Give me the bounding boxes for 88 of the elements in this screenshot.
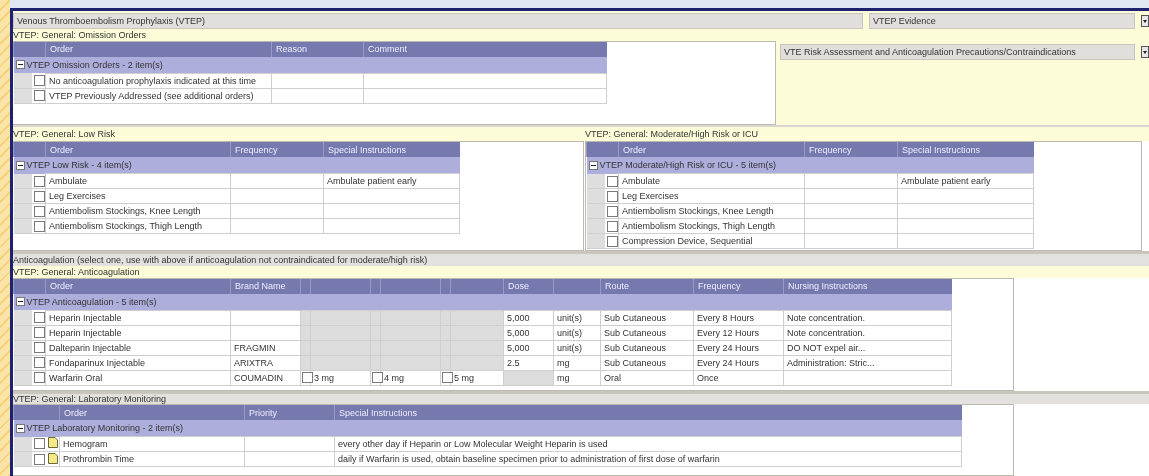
table-cell: every other day if Heparin or Low Molecular Weight Heparin is used <box>334 436 962 452</box>
group-label: VTEP Laboratory Monitoring - 2 item(s) <box>26 423 183 434</box>
table-cell <box>230 310 301 326</box>
collapse-icon[interactable] <box>15 60 25 70</box>
instruction-text: Anticoagulation (select one, use with above if anticoagulation not contraindicated for moderate/high risk) <box>13 255 428 266</box>
checkbox[interactable] <box>33 90 45 102</box>
checkbox[interactable] <box>606 220 618 232</box>
column-header[interactable]: Special Instructions <box>897 142 1034 158</box>
dropdown-icon[interactable] <box>1141 45 1149 58</box>
checkbox[interactable] <box>33 372 45 384</box>
checkbox[interactable] <box>33 453 45 465</box>
table-cell: 5,000 <box>503 310 554 326</box>
table-cell: unit(s) <box>553 310 601 326</box>
checkbox[interactable] <box>33 220 45 232</box>
column-header[interactable]: Special Instructions <box>334 405 962 421</box>
dropdown-icon[interactable] <box>1141 15 1149 27</box>
header-bar <box>13 142 46 158</box>
table-cell <box>440 310 451 326</box>
table-cell: Note concentration. <box>783 310 952 326</box>
column-header[interactable]: Nursing Instructions <box>783 278 952 294</box>
checkbox[interactable] <box>33 342 45 354</box>
table-cell <box>370 310 381 326</box>
table-cell: No anticoagulation prophylaxis indicated at this time <box>45 73 272 89</box>
checkbox[interactable] <box>442 372 453 384</box>
collapse-icon[interactable] <box>15 160 25 170</box>
collapse-icon[interactable] <box>15 297 25 307</box>
group-label: VTEP Anticoagulation - 5 item(s) <box>26 296 157 307</box>
column-header[interactable]: Order <box>618 142 805 158</box>
column-header[interactable]: Frequency <box>230 142 324 158</box>
column-header[interactable]: Dose <box>503 278 554 294</box>
checkbox[interactable] <box>33 327 45 339</box>
checkbox[interactable] <box>606 175 618 187</box>
section-title: VTEP: General: Laboratory Monitoring <box>13 393 167 404</box>
title-field: Venous Thromboembolism Prophylaxis (VTEP) <box>13 13 863 29</box>
table-cell <box>300 325 311 341</box>
header-bar <box>13 278 46 294</box>
checkbox[interactable] <box>33 438 45 450</box>
column-header[interactable]: Frequency <box>693 278 784 294</box>
checkbox[interactable] <box>606 235 618 247</box>
table-cell <box>450 310 504 326</box>
table-cell <box>310 310 371 326</box>
table-cell: Every 8 Hours <box>693 310 784 326</box>
collapse-icon[interactable] <box>588 160 598 170</box>
column-header[interactable]: Priority <box>244 405 335 421</box>
checkbox[interactable] <box>33 190 45 202</box>
checkbox[interactable] <box>33 205 45 217</box>
table-cell <box>380 310 441 326</box>
table-cell: Heparin Injectable <box>45 310 231 326</box>
group-label: VTEP Moderate/High Risk or ICU - 5 item(s) <box>599 160 776 171</box>
checkbox[interactable] <box>33 75 45 87</box>
column-header[interactable]: Comment <box>363 41 607 57</box>
checkbox[interactable] <box>33 312 45 324</box>
table-cell: Hemogram <box>59 436 245 452</box>
checkbox[interactable] <box>606 190 618 202</box>
checkbox[interactable] <box>372 372 383 384</box>
column-header[interactable]: Order <box>45 278 231 294</box>
column-header[interactable]: Brand Name <box>230 278 301 294</box>
column-header[interactable]: Reason <box>271 41 364 57</box>
column-header[interactable]: Route <box>600 278 694 294</box>
column-header[interactable]: Order <box>59 405 245 421</box>
header-bar <box>13 405 60 421</box>
section-title: VTEP: General: Omission Orders <box>13 29 147 40</box>
checkbox[interactable] <box>606 205 618 217</box>
column-header[interactable]: Special Instructions <box>323 142 460 158</box>
evidence-field[interactable]: VTEP Evidence <box>869 13 1135 29</box>
checkbox[interactable] <box>302 372 313 384</box>
table-cell <box>300 340 311 356</box>
column-header[interactable]: Frequency <box>804 142 898 158</box>
section-title: VTEP: General: Anticoagulation <box>13 267 140 277</box>
risk-assessment-field[interactable]: VTE Risk Assessment and Anticoagulation Precautions/Contraindications <box>780 43 1135 60</box>
collapse-icon[interactable] <box>15 423 25 433</box>
column-header[interactable]: Order <box>45 142 231 158</box>
column-header[interactable]: Order <box>45 41 272 57</box>
header-bar <box>586 142 619 158</box>
table-cell <box>300 310 311 326</box>
header-bar <box>13 41 46 57</box>
table-cell: Ambulate patient early <box>897 173 1034 189</box>
checkbox[interactable] <box>33 175 45 187</box>
column-header <box>553 278 601 294</box>
group-label: VTEP Omission Orders - 2 item(s) <box>26 59 163 70</box>
table-cell: Ambulate patient early <box>323 173 460 189</box>
group-label: VTEP Low Risk - 4 item(s) <box>26 160 132 171</box>
table-cell: Ambulate <box>45 173 231 189</box>
section-title: VTEP: General: Low Risk <box>13 129 116 140</box>
table-cell: Sub Cutaneous <box>600 310 694 326</box>
section-title: VTEP: General: Moderate/High Risk or ICU <box>585 129 759 140</box>
checkbox[interactable] <box>33 357 45 369</box>
table-cell: Ambulate <box>618 173 805 189</box>
